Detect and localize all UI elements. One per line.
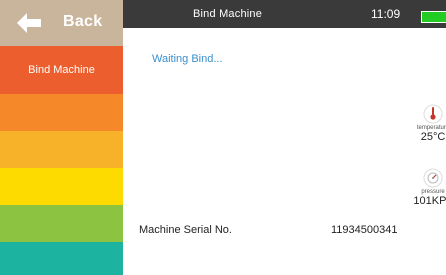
sidebar-item-4[interactable] (0, 168, 123, 205)
pressure-sensor: pressure 101KPa (413, 168, 446, 207)
sidebar-item-label: Bind Machine (28, 64, 95, 76)
clock: 11:09 (371, 7, 401, 21)
battery-icon (421, 11, 446, 23)
main-content: Waiting Bind... temperature 25°C pressur… (123, 28, 446, 275)
sidebar-item-label (0, 205, 123, 242)
sidebar-item-5[interactable] (0, 205, 123, 242)
serial-value: 11934500341 (331, 224, 398, 236)
pressure-gauge-icon (423, 168, 443, 188)
header-bar: Bind Machine 11:09 (123, 0, 446, 28)
sidebar-item-3[interactable] (0, 131, 123, 168)
sidebar-item-label (0, 242, 123, 275)
status-text: Waiting Bind... (152, 53, 223, 65)
temperature-sensor: temperature 25°C (413, 104, 446, 143)
sidebar-item-label (0, 131, 123, 168)
serial-label: Machine Serial No. (139, 224, 232, 236)
sidebar-item-6[interactable] (0, 242, 123, 275)
sidebar-item-label (0, 94, 123, 131)
pressure-value: 101KPa (413, 195, 446, 207)
back-arrow-icon (17, 13, 41, 33)
back-button[interactable]: Back (0, 0, 123, 46)
thermometer-icon (423, 104, 443, 124)
sidebar-item-bind-machine[interactable]: Bind Machine (0, 46, 123, 94)
sidebar-item-2[interactable] (0, 94, 123, 131)
sidebar-item-label (0, 168, 123, 205)
temperature-value: 25°C (420, 131, 446, 143)
back-label: Back (63, 13, 103, 30)
page-title: Bind Machine (193, 8, 263, 20)
sidebar: Back Bind Machine (0, 0, 123, 275)
